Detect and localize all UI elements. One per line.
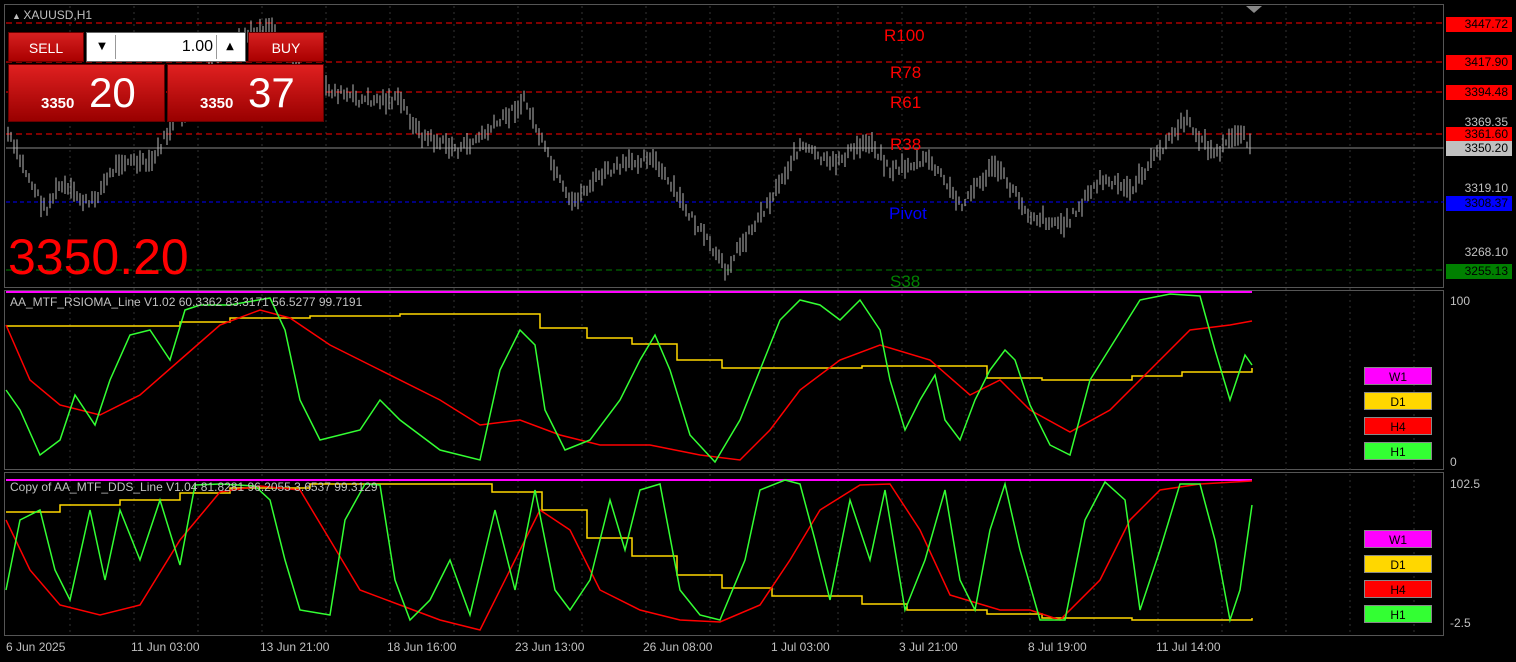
ind1-legend-w1: W1 [1364,367,1432,385]
ind2-legend-h4: H4 [1364,580,1432,598]
s38-label: S38 [890,272,921,291]
lot-input[interactable]: 1.00 [117,33,213,61]
price-label-r38: 3361.60 [1446,127,1512,142]
sell-price-box[interactable]: 3350 20 [8,64,165,122]
ind2-legend-d1: D1 [1364,555,1432,573]
indicator2-lines [5,479,1253,631]
price-label-r61: 3394.48 [1446,85,1512,100]
ind2-d1-line [6,483,1253,621]
r100-label: R100 [884,26,925,45]
ind2-h4-line [5,480,1253,631]
ind1-legend-h1: H1 [1364,442,1432,460]
pivot-label: Pivot [889,204,927,223]
time-label: 13 Jun 21:00 [260,640,330,654]
one-click-trading-panel: SELL ▼ 1.00 ▲ BUY 3350 20 3350 37 [8,32,324,122]
ind1-h4-line [5,309,1253,461]
price-label-r100: 3447.72 [1446,17,1512,32]
time-label: 23 Jun 13:00 [515,640,585,654]
ind1-legend-h4: H4 [1364,417,1432,435]
buy-price-small: 3350 [200,95,234,112]
current-price-display: 3350.20 [8,229,189,285]
time-label: 26 Jun 08:00 [643,640,713,654]
buy-price-box[interactable]: 3350 37 [167,64,324,122]
lot-decrease-icon[interactable]: ▼ [89,35,116,59]
chart-title: ▲ XAUUSD,H1 [12,8,93,22]
collapse-icon[interactable]: ▲ [12,11,23,21]
time-label: 6 Jun 2025 [6,640,66,654]
ind1-legend-d1: D1 [1364,392,1432,410]
sell-price-small: 3350 [41,95,75,112]
indicator1-axis-top: 100 [1450,294,1471,308]
time-label: 11 Jun 03:00 [131,640,200,654]
lot-increase-icon[interactable]: ▲ [216,35,243,59]
ind2-h1-line [5,479,1253,623]
price-label-r78: 3417.90 [1446,55,1512,70]
sell-button[interactable]: SELL [8,32,84,62]
price-label-tick2: 3319.10 [1464,181,1508,195]
time-label: 1 Jul 03:00 [771,640,830,654]
r38-label: R38 [890,135,922,154]
ind1-h1-line [5,293,1253,464]
time-label: 3 Jul 21:00 [899,640,958,654]
indicator2-title: Copy of AA_MTF_DDS_Line V1.04 81.8281 96… [10,480,378,494]
price-label-tick3: 3268.10 [1464,245,1508,259]
price-label-s38: 3255.13 [1446,264,1512,279]
time-label: 8 Jul 19:00 [1028,640,1087,654]
r61-label: R61 [890,93,922,112]
indicator1-title: AA_MTF_RSIOMA_Line V1.02 60.3362 83.3171… [10,295,363,309]
buy-price-big: 37 [248,69,295,116]
price-label-pivot: 3308.37 [1446,196,1512,211]
indicator2-axis-top: 102.5 [1450,477,1481,491]
sell-price-big: 20 [89,69,136,116]
time-label: 11 Jul 14:00 [1156,640,1221,654]
time-label: 18 Jun 16:00 [387,640,457,654]
ind1-d1-line [6,313,1253,381]
shift-marker-icon [1246,6,1262,13]
r78-label: R78 [890,63,922,82]
ind2-legend-w1: W1 [1364,530,1432,548]
indicator1-axis-bottom: 0 [1450,455,1457,469]
buy-button[interactable]: BUY [248,32,324,62]
price-label-current: 3350.20 [1446,141,1512,156]
indicator1-lines [5,293,1253,464]
ind2-legend-h1: H1 [1364,605,1432,623]
lot-stepper: ▼ 1.00 ▲ [86,32,246,62]
indicator2-axis-bottom: -2.5 [1450,616,1471,630]
